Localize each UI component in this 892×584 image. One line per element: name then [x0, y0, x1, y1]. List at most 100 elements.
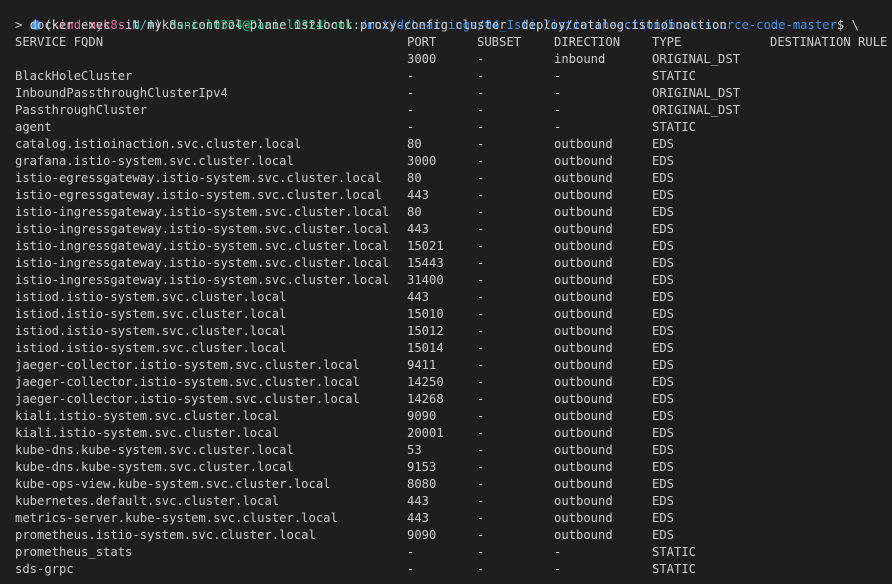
cell-type: ORIGINAL_DST — [652, 52, 741, 66]
cell-type: EDS — [652, 477, 675, 491]
cell-subset: - — [477, 324, 485, 338]
cell-port: 31400 — [407, 273, 444, 287]
table-row: sds-grpc - - - STATIC — [15, 561, 892, 578]
table-row: prometheus.istio-system.svc.cluster.loca… — [15, 527, 892, 544]
cell-service-fqdn: istiod.istio-system.svc.cluster.local — [15, 307, 287, 321]
cell-service-fqdn: istiod.istio-system.svc.cluster.local — [15, 290, 287, 304]
cell-subset: - — [477, 443, 485, 457]
table-row: istiod.istio-system.svc.cluster.local 443… — [15, 289, 892, 306]
table-row: kube-dns.kube-system.svc.cluster.local 53… — [15, 442, 892, 459]
cell-port: - — [407, 562, 415, 576]
cell-direction: - — [554, 103, 562, 117]
cell-type: STATIC — [652, 562, 697, 576]
cell-port: - — [407, 103, 415, 117]
terminal-window[interactable]: (kind-myk8s:N/A) daniel0324@Daniel0324bo… — [0, 0, 892, 584]
cell-port: 9090 — [407, 528, 437, 542]
table-row: istio-ingressgateway.istio-system.svc.cl… — [15, 204, 892, 221]
table-row: istio-ingressgateway.istio-system.svc.cl… — [15, 221, 892, 238]
cell-service-fqdn: agent — [15, 120, 52, 134]
cell-subset: - — [477, 511, 485, 525]
cell-type: EDS — [652, 137, 675, 151]
cell-service-fqdn: kube-dns.kube-system.svc.cluster.local — [15, 460, 294, 474]
table-header: SERVICE FQDN PORT SUBSET DIRECTION TYPE … — [15, 34, 892, 51]
cell-type: EDS — [652, 511, 675, 525]
cell-type: EDS — [652, 528, 675, 542]
cell-subset: - — [477, 460, 485, 474]
cell-service-fqdn: kubernetes.default.svc.cluster.local — [15, 494, 280, 508]
cell-type: EDS — [652, 358, 675, 372]
cell-subset: - — [477, 562, 485, 576]
cell-service-fqdn: BlackHoleCluster — [15, 69, 133, 83]
cell-subset: - — [477, 137, 485, 151]
cell-type: EDS — [652, 171, 675, 185]
cell-port: 53 — [407, 443, 422, 457]
table-row: kube-dns.kube-system.svc.cluster.local 91… — [15, 459, 892, 476]
cell-service-fqdn: jaeger-collector.istio-system.svc.cluste… — [15, 392, 360, 406]
table-row: istio-ingressgateway.istio-system.svc.cl… — [15, 238, 892, 255]
cell-direction: outbound — [554, 392, 613, 406]
cell-port: 9090 — [407, 409, 437, 423]
header-service-fqdn: SERVICE FQDN — [15, 35, 104, 49]
cell-port: 15012 — [407, 324, 444, 338]
cell-direction: outbound — [554, 205, 613, 219]
cell-direction: outbound — [554, 426, 613, 440]
cell-subset: - — [477, 154, 485, 168]
cell-port: 443 — [407, 188, 430, 202]
cell-direction: outbound — [554, 494, 613, 508]
cell-subset: - — [477, 69, 485, 83]
cell-direction: outbound — [554, 324, 613, 338]
cell-direction: inbound — [554, 52, 606, 66]
cell-direction: outbound — [554, 222, 613, 236]
table-row: istio-ingressgateway.istio-system.svc.cl… — [15, 272, 892, 289]
table-row: jaeger-collector.istio-system.svc.cluste… — [15, 374, 892, 391]
cell-port: 15014 — [407, 341, 444, 355]
cell-subset: - — [477, 358, 485, 372]
cell-port: 8080 — [407, 477, 437, 491]
cell-type: EDS — [652, 392, 675, 406]
table-row: metrics-server.kube-system.svc.cluster.l… — [15, 510, 892, 527]
cell-direction: outbound — [554, 188, 613, 202]
cell-port: 443 — [407, 222, 430, 236]
cell-type: EDS — [652, 443, 675, 457]
cell-type: EDS — [652, 290, 675, 304]
cell-direction: outbound — [554, 137, 613, 151]
cell-direction: outbound — [554, 273, 613, 287]
cell-direction: outbound — [554, 528, 613, 542]
cell-direction: outbound — [554, 511, 613, 525]
cell-direction: - — [554, 562, 562, 576]
cell-direction: outbound — [554, 358, 613, 372]
shell-prompt: (kind-myk8s:N/A) daniel0324@Daniel0324bo… — [2, 0, 859, 32]
cell-subset: - — [477, 392, 485, 406]
cell-type: EDS — [652, 341, 675, 355]
cell-port: 9411 — [407, 358, 437, 372]
cell-type: EDS — [652, 460, 675, 474]
cell-service-fqdn: kiali.istio-system.svc.cluster.local — [15, 409, 280, 423]
cell-subset: - — [477, 409, 485, 423]
cell-type: EDS — [652, 188, 675, 202]
table-row: InboundPassthroughClusterIpv4 - - - ORIGINAL… — [15, 85, 892, 102]
cell-type: EDS — [652, 307, 675, 321]
cell-service-fqdn: InboundPassthroughClusterIpv4 — [15, 86, 228, 100]
cell-direction: - — [554, 120, 562, 134]
cell-type: EDS — [652, 324, 675, 338]
cell-type: STATIC — [652, 120, 697, 134]
header-subset: SUBSET — [477, 35, 522, 49]
cell-port: 15021 — [407, 239, 444, 253]
cell-port: - — [407, 120, 415, 134]
table-row: istio-egressgateway.istio-system.svc.clu… — [15, 170, 892, 187]
table-row: kube-ops-view.kube-system.svc.cluster.lo… — [15, 476, 892, 493]
cell-subset: - — [477, 341, 485, 355]
cell-direction: outbound — [554, 290, 613, 304]
cell-type: EDS — [652, 494, 675, 508]
cell-direction: outbound — [554, 443, 613, 457]
cell-port: 443 — [407, 494, 430, 508]
cell-subset: - — [477, 426, 485, 440]
cell-service-fqdn: prometheus_stats — [15, 545, 133, 559]
header-direction: DIRECTION — [554, 35, 621, 49]
cell-port: 3000 — [407, 52, 437, 66]
header-type: TYPE — [652, 35, 682, 49]
table-row: istiod.istio-system.svc.cluster.local 150… — [15, 340, 892, 357]
cell-service-fqdn: prometheus.istio-system.svc.cluster.loca… — [15, 528, 316, 542]
cell-subset: - — [477, 528, 485, 542]
cell-port: 20001 — [407, 426, 444, 440]
